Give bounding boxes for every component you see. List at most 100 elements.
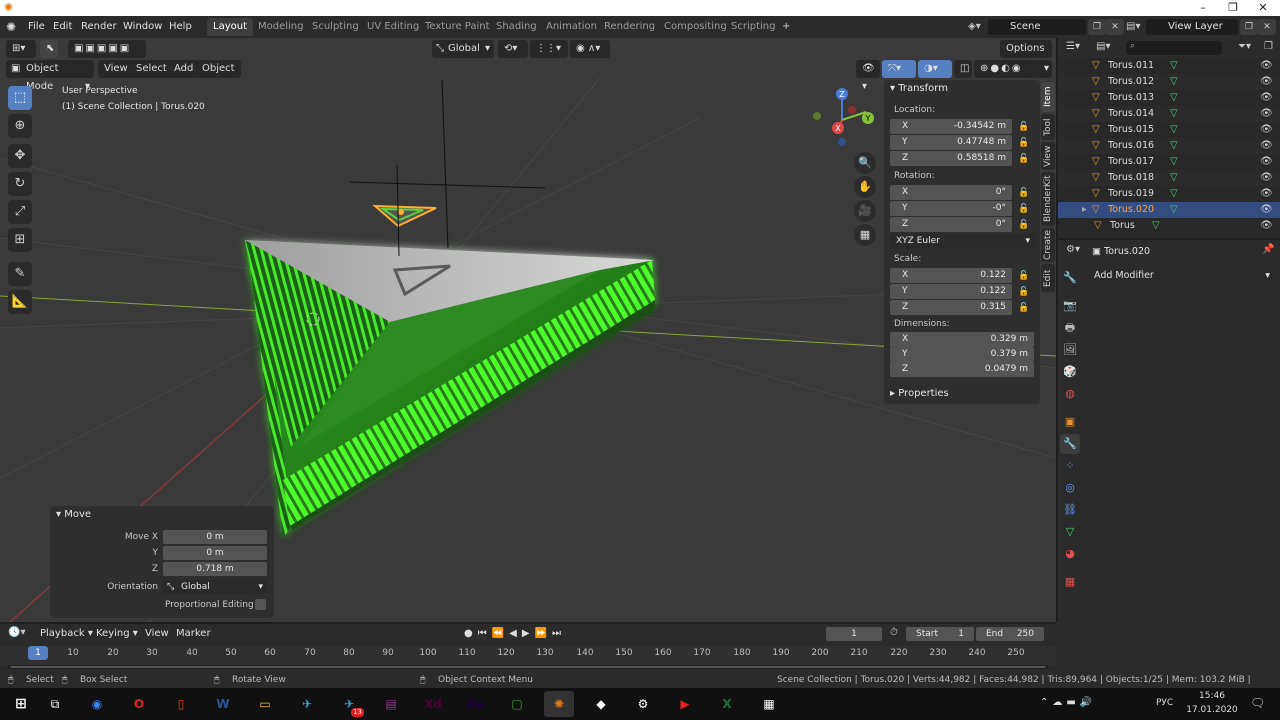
blender-icon[interactable]: ✺ <box>544 691 574 717</box>
object-props-icon[interactable]: ▣ <box>1060 412 1080 432</box>
dimensions-x-field[interactable]: X 0.329 m <box>890 332 1034 347</box>
camera-view-icon[interactable]: 🎥 <box>854 200 876 222</box>
navigation-gizmo[interactable]: Z Y X <box>808 86 880 152</box>
tool-icon[interactable]: 🔧 <box>1060 268 1080 288</box>
properties-header[interactable]: ▸ Properties <box>890 388 949 399</box>
eye-icon[interactable]: 👁 <box>1260 202 1273 218</box>
minimize-button[interactable]: – <box>1188 0 1218 16</box>
after-effects-icon[interactable]: Ae <box>460 691 490 717</box>
telegram-desktop-icon[interactable]: ✈ 13 <box>334 691 364 717</box>
tab-view[interactable]: View <box>1041 142 1055 170</box>
move-z-field[interactable]: 0.718 m <box>163 562 267 576</box>
close-button[interactable]: ✕ <box>1248 0 1278 16</box>
menu-object[interactable]: Object <box>196 60 241 78</box>
move-x-field[interactable]: 0 m <box>163 530 267 544</box>
start-frame-field[interactable]: Start 1 <box>906 627 974 641</box>
constraints-icon[interactable]: ⛓ <box>1060 500 1080 520</box>
shading-mode-icons[interactable]: ⊕●◐◉ <box>974 60 1040 78</box>
rotation-z-field[interactable]: Z 0° <box>890 217 1012 232</box>
outliner-item[interactable]: ▽ Torus.011 ▽ 👁 <box>1058 58 1280 74</box>
tab-modeling[interactable]: Modeling <box>252 18 310 36</box>
mesh-data-icon[interactable]: ▽ <box>1170 90 1178 106</box>
view-layer-icon[interactable]: ▤▾ <box>1126 19 1140 35</box>
tab-create[interactable]: Create <box>1041 228 1055 262</box>
eye-icon[interactable]: 👁 <box>1260 90 1273 106</box>
world-icon[interactable]: ◍ <box>1060 384 1080 404</box>
rotation-y-field[interactable]: Y -0° <box>890 201 1012 216</box>
lock-icon[interactable]: 🔓 <box>1018 138 1029 148</box>
outliner-item[interactable]: ▽ Torus ▽ 👁 <box>1058 218 1280 234</box>
cursor-tool-icon[interactable]: ⊕ <box>8 114 32 138</box>
dimensions-y-field[interactable]: Y 0.379 m <box>890 347 1034 362</box>
timeline-editor-icon[interactable]: 🕓▾ <box>8 627 25 638</box>
rotation-mode-dropdown[interactable]: XYZ Euler ▾ <box>890 234 1036 249</box>
language-indicator[interactable]: РУС <box>1156 698 1173 708</box>
outliner-item[interactable]: ▽ Torus.015 ▽ 👁 <box>1058 122 1280 138</box>
outliner-item[interactable]: ▽ Torus.017 ▽ 👁 <box>1058 154 1280 170</box>
material-icon[interactable]: ◕ <box>1060 544 1080 564</box>
file-explorer-icon[interactable]: ▭ <box>250 691 280 717</box>
eye-icon[interactable]: 👁 <box>1260 122 1273 138</box>
tab-layout[interactable]: Layout <box>207 18 253 36</box>
delete-scene-icon[interactable]: ✕ <box>1106 19 1124 35</box>
new-view-layer-icon[interactable]: ❐ <box>1240 19 1258 35</box>
current-frame-field[interactable]: 1 <box>826 627 882 641</box>
add-modifier-dropdown[interactable]: Add Modifier ▾ <box>1088 268 1276 284</box>
lock-icon[interactable]: 🔓 <box>1018 204 1029 214</box>
filter-icon[interactable]: ⏷▾ <box>1238 41 1251 52</box>
lock-icon[interactable]: 🔓 <box>1018 188 1029 198</box>
menu-file[interactable]: File <box>28 19 45 35</box>
playhead[interactable]: 1 <box>28 646 48 660</box>
particles-icon[interactable]: ⁘ <box>1060 456 1080 476</box>
mesh-data-icon[interactable]: ▽ <box>1170 170 1178 186</box>
eye-icon[interactable]: 👁 <box>1260 138 1273 154</box>
texture-icon[interactable]: ▦ <box>1060 572 1080 592</box>
lock-icon[interactable]: 🔓 <box>1018 154 1029 164</box>
eye-icon[interactable]: 👁 <box>1260 154 1273 170</box>
outliner-search-input[interactable]: ⌕ <box>1126 41 1222 55</box>
mesh-data-icon[interactable]: ▽ <box>1170 106 1178 122</box>
render-icon[interactable]: 📷 <box>1060 296 1080 316</box>
menu-render[interactable]: Render <box>81 19 117 35</box>
end-frame-field[interactable]: End 250 <box>976 627 1044 641</box>
tab-sculpting[interactable]: Sculpting <box>306 18 365 36</box>
shading-options-icon[interactable]: ▾ <box>1038 60 1052 78</box>
menu-view[interactable]: View <box>98 60 134 78</box>
output-icon[interactable]: 🖶 <box>1060 318 1080 338</box>
eye-icon[interactable]: 👁 <box>1260 58 1273 74</box>
pan-hand-icon[interactable]: ✋ <box>854 176 876 198</box>
mesh-data-icon[interactable]: ▽ <box>1170 154 1178 170</box>
mode-dropdown[interactable]: ▣ Object Mode ▾ <box>6 60 94 92</box>
scale-z-field[interactable]: Z 0.315 <box>890 300 1012 315</box>
mesh-data-icon[interactable]: ▽ <box>1170 122 1178 138</box>
lock-icon[interactable]: 🔓 <box>1018 220 1029 230</box>
menu-add[interactable]: Add <box>168 60 200 78</box>
expand-arrow-icon[interactable]: ▸ <box>1082 202 1087 218</box>
transform-orientation-dropdown[interactable]: ⤡ Global ▾ <box>432 40 494 58</box>
tab-item[interactable]: Item <box>1041 82 1055 112</box>
opera-icon[interactable]: O <box>124 691 154 717</box>
tab-scripting[interactable]: Scripting <box>725 18 781 36</box>
mesh-data-icon[interactable]: ▽ <box>1170 202 1178 218</box>
tab-rendering[interactable]: Rendering <box>598 18 661 36</box>
outliner-item[interactable]: ▽ Torus.014 ▽ 👁 <box>1058 106 1280 122</box>
rotation-x-field[interactable]: X 0° <box>890 185 1012 200</box>
location-x-field[interactable]: X -0.34542 m <box>890 119 1012 134</box>
tab-compositing[interactable]: Compositing <box>658 18 733 36</box>
eye-icon[interactable]: 👁 <box>1260 170 1273 186</box>
mesh-data-icon[interactable]: ▽ <box>1170 74 1178 90</box>
tab-animation[interactable]: Animation <box>540 18 603 36</box>
scene-props-icon[interactable]: 🎲 <box>1060 362 1080 382</box>
clock-time[interactable]: 15:46 <box>1192 691 1232 701</box>
delete-view-layer-icon[interactable]: ✕ <box>1258 19 1276 35</box>
menu-edit[interactable]: Edit <box>53 19 72 35</box>
zoom-icon[interactable]: 🔍 <box>854 152 876 174</box>
task-view-icon[interactable]: ⧉ <box>40 691 70 717</box>
display-mode-icon[interactable]: ▤▾ <box>1096 41 1110 52</box>
lock-icon[interactable]: 🔓 <box>1018 122 1029 132</box>
proportional-editing-checkbox[interactable] <box>255 599 266 610</box>
stopwatch-icon[interactable]: ⏱ <box>890 627 898 638</box>
notifications-icon[interactable]: 🗨 <box>1250 696 1265 710</box>
youtube-icon[interactable]: ▶ <box>670 691 700 717</box>
properties-editor-icon[interactable]: ⚙▾ <box>1066 244 1080 255</box>
